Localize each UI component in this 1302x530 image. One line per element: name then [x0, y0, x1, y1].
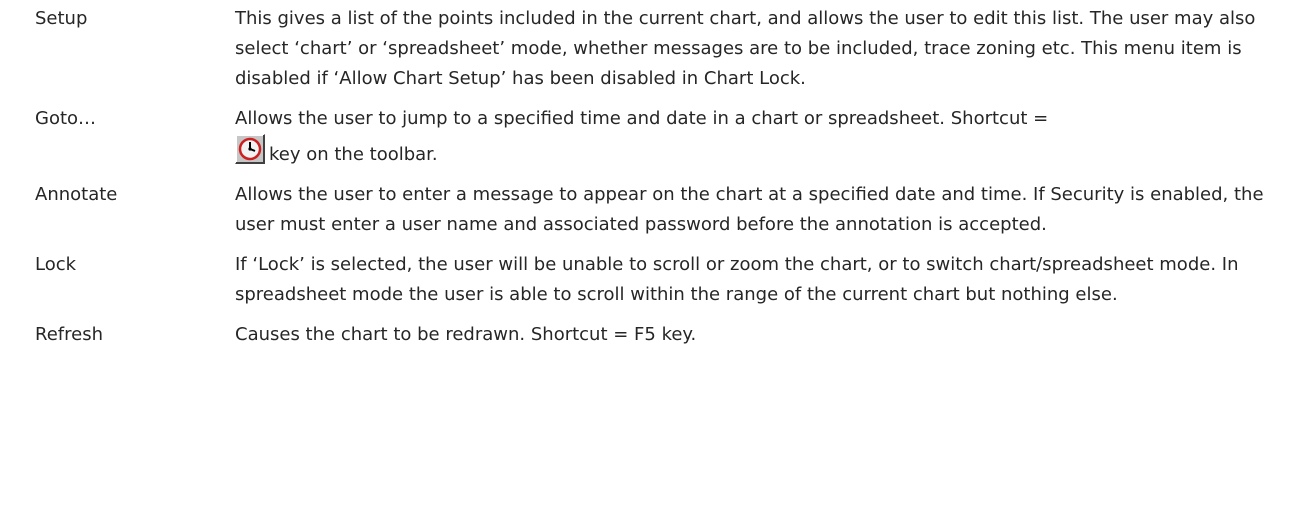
description-annotate-text: Allows the user to enter a message to ap… — [235, 184, 1264, 235]
description-refresh-text: Causes the chart to be redrawn. Shortcut… — [235, 324, 697, 345]
definition-list: Setup This gives a list of the points in… — [35, 4, 1285, 360]
definition-setup: Setup This gives a list of the points in… — [35, 4, 1285, 94]
description-goto-after-icon: key on the toolbar. — [269, 144, 438, 165]
description-goto: Allows the user to jump to a specified t… — [235, 104, 1285, 170]
description-setup: This gives a list of the points included… — [235, 4, 1285, 94]
clock-icon — [235, 134, 265, 164]
description-annotate: Allows the user to enter a message to ap… — [235, 180, 1285, 240]
term-annotate: Annotate — [35, 184, 118, 205]
description-refresh: Causes the chart to be redrawn. Shortcut… — [235, 320, 1285, 350]
definition-goto: Goto… Allows the user to jump to a speci… — [35, 104, 1285, 170]
term-refresh: Refresh — [35, 324, 103, 345]
description-goto-text: Allows the user to jump to a specified t… — [235, 108, 1049, 129]
definition-annotate: Annotate Allows the user to enter a mess… — [35, 180, 1285, 240]
term-lock: Lock — [35, 254, 77, 275]
term-goto: Goto… — [35, 108, 97, 129]
definition-refresh: Refresh Causes the chart to be redrawn. … — [35, 320, 1285, 350]
definition-lock: Lock If ‘Lock’ is selected, the user wil… — [35, 250, 1285, 310]
description-lock: If ‘Lock’ is selected, the user will be … — [235, 250, 1285, 310]
description-goto-continued: key on the toolbar. — [235, 134, 1285, 170]
description-setup-text: This gives a list of the points included… — [235, 8, 1256, 89]
description-lock-text: If ‘Lock’ is selected, the user will be … — [235, 254, 1239, 305]
term-setup: Setup — [35, 8, 88, 29]
